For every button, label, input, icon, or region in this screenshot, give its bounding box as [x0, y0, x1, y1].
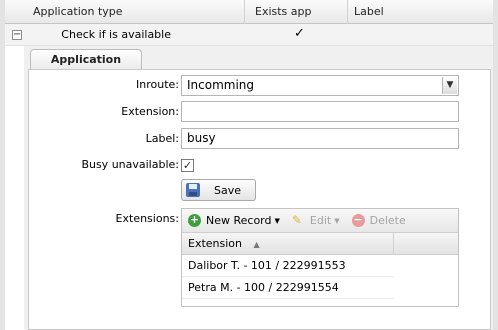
sort-ascending-icon: ▲ [253, 240, 260, 249]
column-header-extension-label: Extension [188, 237, 243, 250]
extension-label: Extension: [121, 105, 179, 118]
save-button-label: Save [214, 183, 242, 197]
floppy-disk-icon [186, 183, 200, 197]
pencil-icon: ✎ [291, 212, 302, 227]
delete-icon: − [351, 213, 365, 227]
busy-unavailable-checkbox[interactable]: ✓ [181, 159, 194, 172]
column-header-extension[interactable]: Extension ▲ [182, 233, 394, 254]
chevron-down-icon[interactable]: ▼ [442, 77, 457, 94]
extensions-label: Extensions: [115, 212, 179, 225]
new-record-button[interactable]: + New Record ▼ [188, 214, 280, 227]
extension-input[interactable] [181, 101, 459, 122]
column-header-application-type[interactable]: Application type [5, 0, 245, 24]
column-header-label[interactable]: Label [348, 0, 493, 24]
busy-unavailable-label: Busy unavailable: [81, 158, 179, 171]
delete-button[interactable]: − Delete [351, 213, 406, 227]
delete-label: Delete [369, 214, 406, 227]
inroute-select[interactable]: Incomming ▼ [181, 75, 459, 96]
extensions-grid: + New Record ▼ ✎ Edit ▼ − Delete Extensi… [181, 208, 459, 307]
label-label: Label: [145, 132, 179, 145]
row-detail-panel: Application config Inroute: Incomming ▼ … [24, 46, 493, 330]
add-icon: + [188, 213, 201, 227]
new-record-label: New Record [206, 214, 272, 227]
table-row[interactable]: − Check if is available ✓ [5, 24, 493, 46]
checkmark-icon: ✓ [294, 26, 305, 41]
caret-down-icon: ▼ [334, 216, 340, 225]
inroute-selected-value: Incomming [187, 78, 255, 92]
column-header-exists-app-config[interactable]: Exists app config [245, 0, 348, 42]
table-row[interactable]: Dalibor T. - 101 / 222991553 [182, 255, 394, 277]
label-input[interactable]: busy [181, 128, 459, 149]
edit-button[interactable]: ✎ Edit ▼ [291, 212, 340, 228]
table-row[interactable]: Petra M. - 100 / 222991554 [182, 277, 394, 299]
edit-label: Edit [309, 214, 332, 227]
caret-down-icon: ▼ [274, 216, 280, 225]
row-application-type: Check if is available [61, 28, 171, 41]
collapse-icon[interactable]: − [12, 30, 22, 40]
save-button[interactable]: Save [181, 179, 256, 201]
left-frame [0, 0, 5, 330]
right-frame [493, 0, 498, 330]
grid-header: Application type Exists app config Label [5, 0, 493, 42]
extensions-toolbar: + New Record ▼ ✎ Edit ▼ − Delete [182, 209, 458, 233]
checkbox-check-icon: ✓ [182, 159, 193, 172]
extensions-column-header: Extension ▲ [182, 233, 458, 255]
tab-application-config[interactable]: Application config [30, 49, 142, 86]
inroute-label: Inroute: [136, 78, 179, 91]
application-config-form: Inroute: Incomming ▼ Extension: Label: b… [28, 69, 491, 330]
